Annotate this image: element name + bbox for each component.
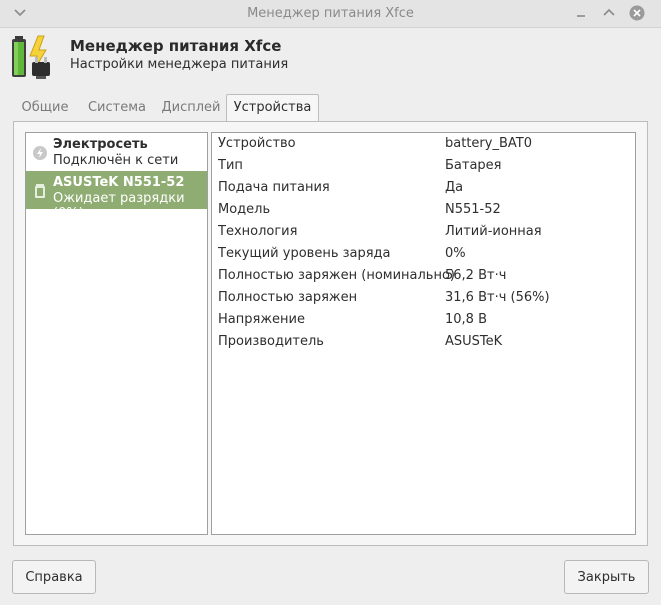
detail-key: Технология — [218, 224, 298, 239]
device-name: Электросеть — [53, 137, 148, 152]
maximize-button[interactable] — [599, 4, 619, 22]
detail-key: Полностью заряжен — [218, 290, 358, 305]
detail-row: Технология Литий-ионная — [212, 221, 635, 243]
device-list[interactable]: Электросеть Подключён к сети ASUSTeK N55… — [25, 132, 208, 535]
tab-devices[interactable]: Устройства — [226, 94, 319, 122]
device-details: Устройство battery_BAT0 Тип Батарея Пода… — [211, 132, 636, 535]
detail-value: 10,8 В — [445, 312, 487, 327]
tab-display[interactable]: Дисплей — [155, 95, 227, 120]
detail-row: Напряжение 10,8 В — [212, 309, 635, 331]
detail-key: Текущий уровень заряда — [218, 246, 391, 261]
device-status: Ожидает разрядки (0%) — [53, 191, 185, 221]
detail-value: N551-52 — [445, 202, 501, 217]
detail-value: 0% — [445, 246, 466, 261]
device-item-battery[interactable]: ASUSTeK N551-52 Ожидает разрядки (0%) — [26, 171, 207, 221]
title-bar: Менеджер питания Xfce — [0, 0, 661, 28]
detail-row: Текущий уровень заряда 0% — [212, 243, 635, 265]
dialog-header: Менеджер питания Xfce Настройки менеджер… — [0, 28, 661, 84]
detail-row: Полностью заряжен 31,6 Вт·ч (56%) — [212, 287, 635, 309]
detail-key: Тип — [218, 158, 243, 173]
tab-general[interactable]: Общие — [13, 95, 77, 120]
power-manager-icon — [10, 32, 58, 80]
detail-key: Подача питания — [218, 180, 330, 195]
detail-key: Полностью заряжен (номинально) — [218, 268, 455, 283]
detail-value: 56,2 Вт·ч — [445, 268, 507, 283]
detail-row: Тип Батарея — [212, 155, 635, 177]
app-subtitle: Настройки менеджера питания — [70, 57, 289, 72]
detail-key: Устройство — [218, 136, 296, 151]
close-window-button[interactable] — [627, 4, 647, 22]
app-title: Менеджер питания Xfce — [70, 37, 282, 55]
detail-value: 31,6 Вт·ч (56%) — [445, 290, 550, 305]
detail-value: Батарея — [445, 158, 502, 173]
detail-key: Производитель — [218, 334, 324, 349]
window-title: Менеджер питания Xfce — [247, 6, 414, 21]
detail-row: Устройство battery_BAT0 — [212, 133, 635, 155]
ac-adapter-icon — [32, 145, 48, 161]
devices-panel: Электросеть Подключён к сети ASUSTeK N55… — [13, 121, 648, 546]
device-status: Подключён к сети — [53, 153, 179, 168]
device-name: ASUSTeK N551-52 — [53, 175, 185, 190]
device-item-ac[interactable]: Электросеть Подключён к сети — [26, 133, 207, 171]
close-button[interactable]: Закрыть — [564, 560, 649, 594]
battery-icon — [32, 183, 48, 199]
minimize-button[interactable] — [571, 4, 591, 22]
detail-row: Подача питания Да — [212, 177, 635, 199]
detail-row: Модель N551-52 — [212, 199, 635, 221]
detail-value: battery_BAT0 — [445, 136, 532, 151]
detail-row: Полностью заряжен (номинально) 56,2 Вт·ч — [212, 265, 635, 287]
detail-value: Да — [445, 180, 464, 195]
detail-value: ASUSTeK — [445, 334, 503, 349]
detail-key: Модель — [218, 202, 271, 217]
detail-row: Производитель ASUSTeK — [212, 331, 635, 353]
detail-value: Литий-ионная — [445, 224, 542, 239]
tab-system[interactable]: Система — [79, 95, 155, 120]
detail-key: Напряжение — [218, 312, 305, 327]
help-button[interactable]: Справка — [12, 560, 96, 594]
